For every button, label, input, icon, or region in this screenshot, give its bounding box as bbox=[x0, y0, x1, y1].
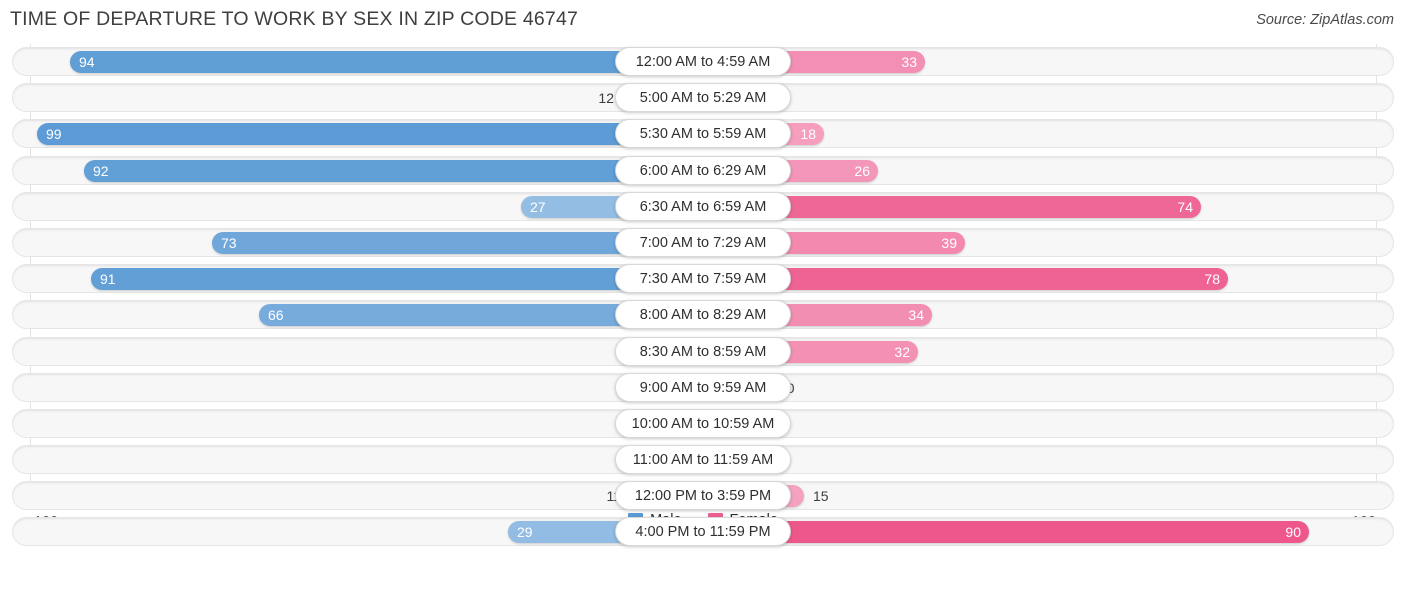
row-category-label: 4:00 PM to 11:59 PM bbox=[615, 517, 791, 547]
diverging-bar-chart: 94 33 12:00 AM to 4:59 AM 1205:00 AM to 5:2… bbox=[0, 44, 1406, 552]
row-category-label: 9:00 AM to 9:59 AM bbox=[615, 372, 791, 402]
chart-row: 1205:00 AM to 5:29 AM bbox=[0, 80, 1406, 116]
chart-row: 92 26 6:00 AM to 6:29 AM bbox=[0, 153, 1406, 189]
row-category-label: 12:00 PM to 3:59 PM bbox=[615, 481, 791, 511]
row-category-label: 5:30 AM to 5:59 AM bbox=[615, 119, 791, 149]
female-value-label: 74 bbox=[1177, 198, 1193, 215]
female-value-label: 15 bbox=[813, 488, 829, 505]
row-category-label: 7:00 AM to 7:29 AM bbox=[615, 227, 791, 257]
row-category-label: 12:00 AM to 4:59 AM bbox=[615, 47, 791, 76]
row-category-label: 8:00 AM to 8:29 AM bbox=[615, 300, 791, 330]
chart-row: 99 18 5:30 AM to 5:59 AM bbox=[0, 116, 1406, 152]
row-category-label: 6:30 AM to 6:59 AM bbox=[615, 191, 791, 221]
male-value-label: 27 bbox=[530, 198, 546, 215]
chart-row: 7109:00 AM to 9:59 AM bbox=[0, 370, 1406, 406]
row-category-label: 11:00 AM to 11:59 AM bbox=[615, 445, 791, 475]
male-value-label: 91 bbox=[100, 271, 116, 288]
row-category-label: 7:30 AM to 7:59 AM bbox=[615, 264, 791, 294]
male-value-label: 94 bbox=[79, 54, 95, 70]
row-category-label: 6:00 AM to 6:29 AM bbox=[615, 155, 791, 185]
row-category-label: 8:30 AM to 8:59 AM bbox=[615, 336, 791, 366]
chart-row: 7328:30 AM to 8:59 AM bbox=[0, 334, 1406, 370]
chart-row: 66 34 8:00 AM to 8:29 AM bbox=[0, 297, 1406, 333]
female-bar[interactable] bbox=[703, 521, 1309, 544]
chart-row: 27 74 6:30 AM to 6:59 AM bbox=[0, 189, 1406, 225]
female-value-label: 18 bbox=[800, 126, 816, 143]
chart-row: 29 90 4:00 PM to 11:59 PM bbox=[0, 514, 1406, 550]
chart-row: 11 15 12:00 PM to 3:59 PM bbox=[0, 478, 1406, 514]
chart-rows: 94 33 12:00 AM to 4:59 AM 1205:00 AM to 5:2… bbox=[0, 44, 1406, 551]
male-value-label: 29 bbox=[517, 524, 533, 541]
male-value-label: 66 bbox=[268, 307, 284, 324]
chart-row: 0211:00 AM to 11:59 AM bbox=[0, 442, 1406, 478]
row-category-label: 10:00 AM to 10:59 AM bbox=[615, 408, 791, 438]
chart-row: 73 39 7:00 AM to 7:29 AM bbox=[0, 225, 1406, 261]
male-value-label: 73 bbox=[221, 234, 237, 251]
chart-header: TIME OF DEPARTURE TO WORK BY SEX IN ZIP … bbox=[0, 0, 1406, 40]
female-value-label: 90 bbox=[1285, 524, 1301, 541]
male-bar[interactable] bbox=[37, 123, 703, 146]
page-title: TIME OF DEPARTURE TO WORK BY SEX IN ZIP … bbox=[10, 8, 579, 30]
source-attribution: Source: ZipAtlas.com bbox=[1256, 12, 1394, 28]
row-category-label: 5:00 AM to 5:29 AM bbox=[615, 83, 791, 113]
female-value-label: 26 bbox=[854, 162, 870, 179]
female-value-label: 34 bbox=[908, 307, 924, 324]
chart-row: 0710:00 AM to 10:59 AM bbox=[0, 406, 1406, 442]
male-bar[interactable] bbox=[70, 51, 703, 73]
female-value-label: 78 bbox=[1204, 271, 1220, 288]
male-bar[interactable] bbox=[84, 159, 703, 182]
female-value-label: 33 bbox=[901, 54, 917, 70]
female-value-label: 32 bbox=[894, 343, 910, 360]
male-value-label: 12 bbox=[598, 90, 614, 107]
male-value-label: 99 bbox=[46, 126, 62, 143]
chart-row: 91 78 7:30 AM to 7:59 AM bbox=[0, 261, 1406, 297]
chart-row: 94 33 12:00 AM to 4:59 AM bbox=[0, 44, 1406, 80]
male-value-label: 92 bbox=[93, 162, 109, 179]
female-value-label: 39 bbox=[941, 234, 957, 251]
male-bar[interactable] bbox=[91, 268, 703, 291]
